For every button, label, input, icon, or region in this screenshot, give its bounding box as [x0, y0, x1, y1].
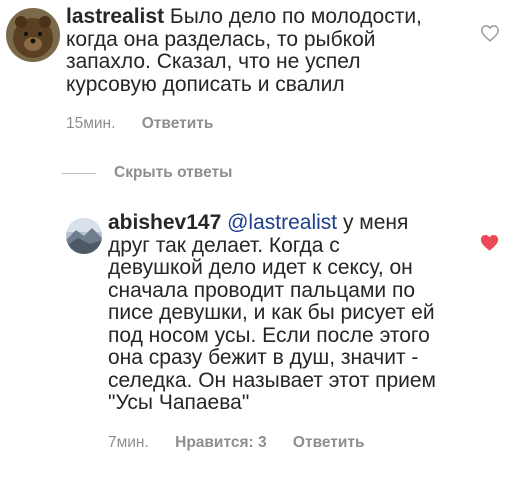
comment-time-1: 15мин.: [66, 115, 116, 132]
avatar-lastrealist[interactable]: [6, 8, 60, 62]
comment-line-1-4: курсовую дописать и свалил: [66, 72, 345, 96]
comment-username-2[interactable]: abishev147: [108, 211, 221, 234]
comment-body-2: abishev147 @lastrealist у меня друг так …: [108, 211, 468, 415]
comment-line-2-1: друг так делает. Когда с: [108, 233, 340, 257]
heart-icon[interactable]: [479, 233, 500, 257]
likes-count-button[interactable]: Нравится: 3: [175, 434, 266, 451]
comment-username-1[interactable]: lastrealist: [66, 5, 164, 28]
reply-button-2[interactable]: Ответить: [293, 434, 365, 451]
comment-line-1-1: Было дело по молодости,: [169, 5, 422, 28]
comment-line-2-4: писе девушки, и как бы рисует ей: [108, 301, 435, 324]
comment-line-2-6: она сразу бежит в душ, значит -: [108, 346, 419, 369]
comment-line-2-0: у меня: [342, 211, 409, 234]
comment-line-2-5: под носом усы. Если после этого: [108, 323, 430, 347]
hide-replies-button[interactable]: Скрыть ответы: [62, 164, 232, 182]
reply-button-1[interactable]: Ответить: [142, 115, 214, 132]
comment-body-1: lastrealist Было дело по молодости, когд…: [66, 5, 466, 96]
comment-line-1-2: когда она разделась, то рыбкой: [66, 27, 376, 51]
mention-link[interactable]: @lastrealist: [227, 211, 337, 234]
comment-line-2-2: девушкой дело идет к сексу, он: [108, 256, 413, 279]
comment-meta-2: 7мин. Нравится: 3 Ответить: [108, 434, 387, 452]
comments-thread: lastrealist Было дело по молодости, когд…: [0, 0, 517, 477]
divider-line: [62, 172, 96, 174]
comment-line-1-3: запахло. Сказал, что не успел: [66, 50, 361, 73]
comment-meta-1: 15мин. Ответить: [66, 115, 235, 133]
avatar-abishev147[interactable]: [66, 218, 102, 254]
comment-line-2-3: сначала проводит пальцами по: [108, 278, 416, 302]
comment-line-2-8: "Усы Чапаева": [108, 391, 250, 414]
comment-time-2: 7мин.: [108, 434, 149, 451]
hide-replies-label: Скрыть ответы: [114, 164, 233, 181]
heart-icon[interactable]: [480, 24, 500, 47]
comment-line-2-7: селедка. Он называет этот прием: [108, 368, 436, 392]
